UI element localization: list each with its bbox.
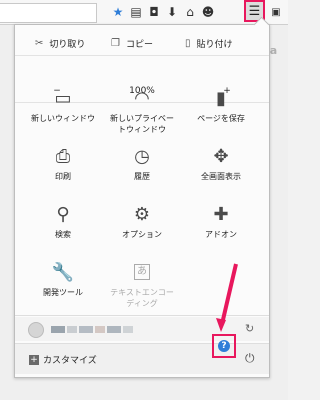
annotation-overlay [216, 263, 238, 332]
annotation-arrow-line [220, 263, 238, 325]
annotation-arrow-head [216, 318, 226, 332]
